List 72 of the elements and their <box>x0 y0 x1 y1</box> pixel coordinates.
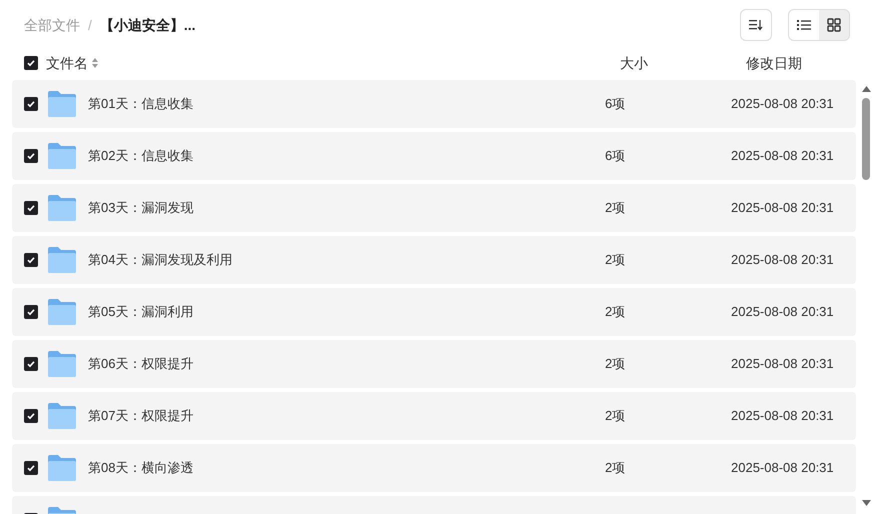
scroll-down-icon[interactable] <box>862 500 870 506</box>
file-row[interactable]: 第03天：漏洞发现 2项 2025-08-08 20:31 <box>12 184 856 232</box>
modified-date: 2025-08-08 20:31 <box>731 95 834 114</box>
folder-icon <box>47 350 77 378</box>
check-icon <box>26 463 36 473</box>
scroll-up-icon[interactable] <box>862 86 870 92</box>
item-count: 2项 <box>605 459 626 478</box>
item-count: 2项 <box>605 199 626 218</box>
check-icon <box>26 58 36 68</box>
checkbox[interactable] <box>24 149 38 163</box>
file-row[interactable]: 第01天：信息收集 6项 2025-08-08 20:31 <box>12 80 856 128</box>
file-row[interactable]: 第06天：权限提升 2项 2025-08-08 20:31 <box>12 340 856 388</box>
item-count: 6项 <box>605 95 626 114</box>
file-row[interactable]: 第07天：权限提升 2项 2025-08-08 20:31 <box>12 392 856 440</box>
modified-date: 2025-08-08 20:31 <box>731 251 834 270</box>
breadcrumb-separator: / <box>88 16 92 34</box>
modified-date: 2025-08-08 20:31 <box>731 199 834 218</box>
folder-icon <box>47 298 77 326</box>
checkbox[interactable] <box>24 253 38 267</box>
file-name: 第01天：信息收集 <box>88 95 194 114</box>
checkbox[interactable] <box>24 56 38 70</box>
file-row[interactable]: 第04天：漏洞发现及利用 2项 2025-08-08 20:31 <box>12 236 856 284</box>
column-header[interactable]: 文件名 <box>46 52 88 74</box>
folder-icon <box>47 194 77 222</box>
check-icon <box>26 99 36 109</box>
check-icon <box>26 307 36 317</box>
check-icon <box>26 255 36 265</box>
modified-date: 2025-08-08 20:31 <box>731 459 834 478</box>
modified-date: 2025-08-08 20:31 <box>731 303 834 322</box>
file-name: 第07天：权限提升 <box>88 407 194 426</box>
sort-button[interactable] <box>740 9 772 41</box>
checkbox[interactable] <box>24 461 38 475</box>
modified-date: 2025-08-08 20:31 <box>731 407 834 426</box>
checkbox[interactable] <box>24 357 38 371</box>
item-count: 6项 <box>605 147 626 166</box>
sort-toggle-icon[interactable] <box>92 58 98 68</box>
folder-icon <box>47 454 77 482</box>
list-view-icon <box>797 19 811 31</box>
folder-icon <box>47 402 77 430</box>
folder-icon <box>47 246 77 274</box>
checkbox[interactable] <box>24 409 38 423</box>
file-name: 第03天：漏洞发现 <box>88 199 194 218</box>
file-row[interactable]: 第02天：信息收集 6项 2025-08-08 20:31 <box>12 132 856 180</box>
file-name: 第06天：权限提升 <box>88 355 194 374</box>
file-name: 第05天：漏洞利用 <box>88 303 194 322</box>
check-icon <box>26 359 36 369</box>
list-view-button[interactable] <box>789 10 819 40</box>
file-name: 第08天：横向渗透 <box>88 459 194 478</box>
checkbox[interactable] <box>24 305 38 319</box>
file-row[interactable]: 第05天：漏洞利用 2项 2025-08-08 20:31 <box>12 288 856 336</box>
modified-date: 2025-08-08 20:31 <box>731 147 834 166</box>
file-name: 第04天：漏洞发现及利用 <box>88 251 234 270</box>
folder-icon <box>47 142 77 170</box>
modified-date: 2025-08-08 20:31 <box>731 355 834 374</box>
file-name: 第02天：信息收集 <box>88 147 194 166</box>
column-header: 大小 <box>620 54 649 72</box>
item-count: 2项 <box>605 355 626 374</box>
item-count: 2项 <box>605 407 626 426</box>
column-header: 修改日期 <box>746 54 802 72</box>
checkbox[interactable] <box>24 97 38 111</box>
scroll-thumb[interactable] <box>862 98 870 180</box>
grid-view-icon <box>827 18 841 32</box>
check-icon <box>26 203 36 213</box>
item-count: 2项 <box>605 251 626 270</box>
checkbox[interactable] <box>24 201 38 215</box>
sort-icon <box>749 19 763 31</box>
file-row[interactable]: 第08天：横向渗透 2项 2025-08-08 20:31 <box>12 444 856 492</box>
breadcrumb-current: 【小迪安全】... <box>100 16 196 34</box>
check-icon <box>26 151 36 161</box>
item-count: 2项 <box>605 303 626 322</box>
folder-icon <box>47 90 77 118</box>
check-icon <box>26 411 36 421</box>
